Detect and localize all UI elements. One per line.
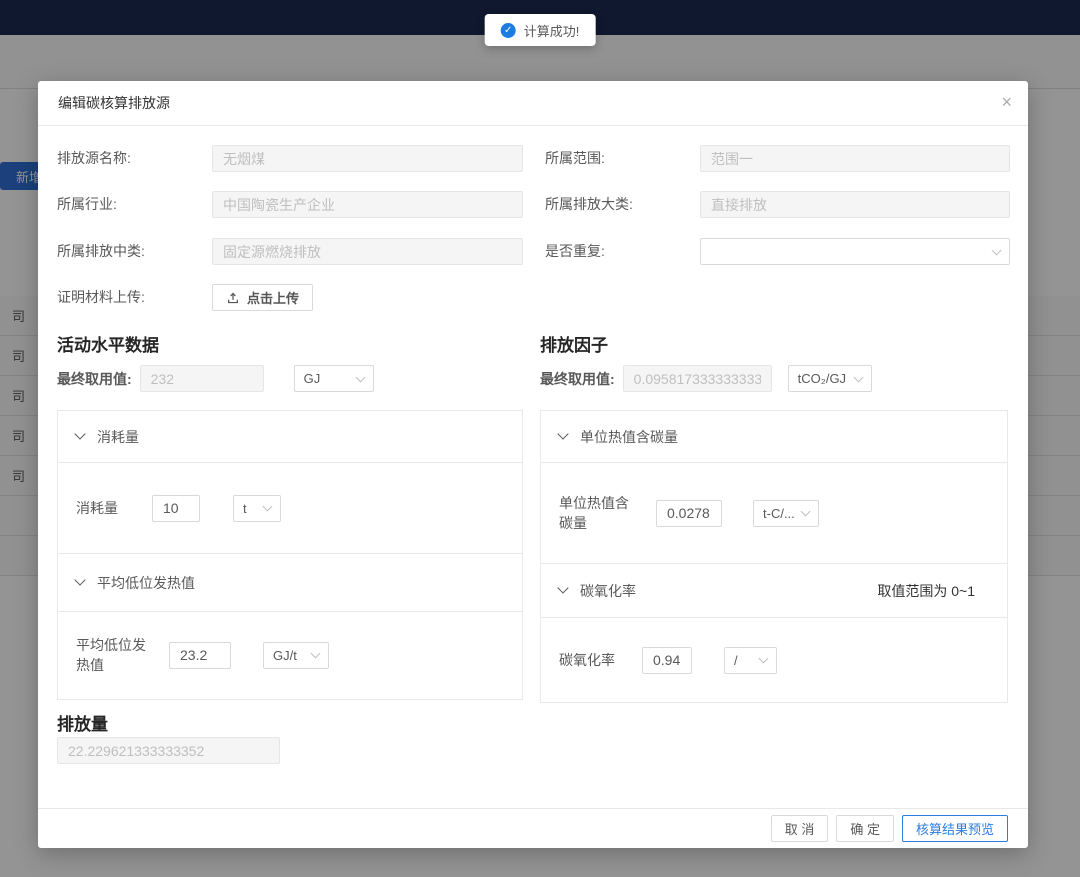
oxidation-rate-section-header[interactable]: 碳氧化率 取值范围为 0~1 (541, 564, 1007, 618)
consumption-section-header[interactable]: 消耗量 (58, 411, 522, 463)
chevron-down-icon (355, 372, 365, 382)
emission-amount-title: 排放量 (57, 710, 108, 735)
heating-value-unit-select[interactable]: GJ/t (263, 642, 329, 669)
chevron-down-icon (311, 649, 321, 659)
chevron-down-icon (74, 428, 85, 439)
carbon-content-section-header[interactable]: 单位热值含碳量 (541, 411, 1007, 463)
oxidation-rate-section-title: 碳氧化率 (580, 581, 636, 601)
toast-message: 计算成功! (524, 21, 580, 40)
activity-panel: 消耗量 消耗量 t 平均低位发热值 平均低位发热值 (57, 410, 523, 700)
emission-amount-field (57, 737, 280, 764)
emission-mid-category-label: 所属排放中类: (57, 238, 212, 265)
heating-value-label: 平均低位发热值 (76, 635, 152, 675)
carbon-content-unit-value: t-C/... (763, 506, 795, 521)
carbon-content-label: 单位热值含碳量 (559, 493, 635, 533)
upload-icon (226, 291, 240, 305)
chevron-down-icon (557, 582, 568, 593)
carbon-content-row: 单位热值含碳量 t-C/... (541, 463, 1007, 564)
chevron-down-icon (853, 372, 863, 382)
modal-header: 编辑碳核算排放源 (38, 81, 1028, 126)
chevron-down-icon (759, 654, 769, 664)
factor-unit-select[interactable]: tCO₂/GJ (788, 365, 872, 392)
oxidation-rate-row: 碳氧化率 / (541, 618, 1007, 702)
edit-emission-source-modal: 编辑碳核算排放源 × 排放源名称: 所属范围: 所属行业: 所属排放大类: (38, 81, 1028, 848)
consumption-input[interactable] (152, 495, 200, 522)
activity-unit-value: GJ (304, 371, 321, 386)
activity-final-value-label: 最终取用值: (57, 369, 132, 389)
factor-unit-value: tCO₂/GJ (798, 371, 846, 386)
factor-final-value-field (623, 365, 772, 392)
carbon-content-section-title: 单位热值含碳量 (580, 427, 678, 447)
modal-title: 编辑碳核算排放源 (58, 93, 170, 113)
heating-value-input[interactable] (169, 642, 231, 669)
heating-value-section-header[interactable]: 平均低位发热值 (58, 554, 522, 612)
oxidation-rate-unit-value: / (734, 653, 738, 668)
upload-button[interactable]: 点击上传 (212, 284, 313, 311)
upload-button-label: 点击上传 (247, 288, 299, 307)
consumption-section-title: 消耗量 (97, 427, 139, 447)
scope-label: 所属范围: (545, 145, 700, 172)
cancel-button[interactable]: 取 消 (771, 815, 829, 842)
industry-label: 所属行业: (57, 191, 212, 218)
oxidation-rate-note: 取值范围为 0~1 (877, 581, 989, 601)
factor-final-value-label: 最终取用值: (540, 369, 615, 389)
activity-unit-select[interactable]: GJ (294, 365, 374, 392)
oxidation-rate-label: 碳氧化率 (559, 650, 635, 670)
chevron-down-icon (74, 574, 85, 585)
activity-final-value-field (140, 365, 264, 392)
emission-major-category-label: 所属排放大类: (545, 191, 700, 218)
chevron-down-icon (263, 502, 273, 512)
oxidation-rate-unit-select[interactable]: / (724, 647, 777, 674)
consumption-unit-select[interactable]: t (233, 495, 281, 522)
emission-mid-category-field (212, 238, 523, 265)
chevron-down-icon (557, 428, 568, 439)
duplicate-select[interactable] (700, 238, 1010, 265)
source-name-field (212, 145, 523, 172)
activity-data-title: 活动水平数据 (57, 331, 159, 356)
heating-value-unit-value: GJ/t (273, 648, 297, 663)
result-preview-button[interactable]: 核算结果预览 (902, 815, 1008, 842)
modal-footer: 取 消 确 定 核算结果预览 (38, 808, 1028, 848)
factor-panel: 单位热值含碳量 单位热值含碳量 t-C/... 碳氧化率 取值范围为 0~1 (540, 410, 1008, 703)
scope-field (700, 145, 1010, 172)
duplicate-label: 是否重复: (545, 238, 700, 265)
close-icon[interactable]: × (1001, 92, 1012, 112)
industry-field (212, 191, 523, 218)
emission-major-category-field (700, 191, 1010, 218)
source-name-label: 排放源名称: (57, 145, 212, 172)
heating-value-section-title: 平均低位发热值 (97, 573, 195, 593)
modal-body: 排放源名称: 所属范围: 所属行业: 所属排放大类: 所属排放中类: (38, 127, 1028, 808)
chevron-down-icon (801, 507, 811, 517)
carbon-content-unit-select[interactable]: t-C/... (753, 500, 819, 527)
heating-value-row: 平均低位发热值 GJ/t (58, 612, 522, 698)
consumption-row: 消耗量 t (58, 463, 522, 554)
screen: 新增 司 司 司 司 司 ✓ 计算成功! 编辑碳核算排放源 × 排放源名称: (0, 0, 1080, 877)
consumption-unit-value: t (243, 501, 247, 516)
emission-factor-title: 排放因子 (540, 331, 608, 356)
upload-label: 证明材料上传: (57, 284, 212, 311)
check-circle-icon: ✓ (501, 23, 516, 38)
carbon-content-input[interactable] (656, 500, 722, 527)
success-toast: ✓ 计算成功! (485, 14, 596, 46)
ok-button[interactable]: 确 定 (836, 815, 894, 842)
oxidation-rate-input[interactable] (642, 647, 692, 674)
chevron-down-icon (992, 245, 1002, 255)
consumption-label: 消耗量 (76, 498, 152, 518)
